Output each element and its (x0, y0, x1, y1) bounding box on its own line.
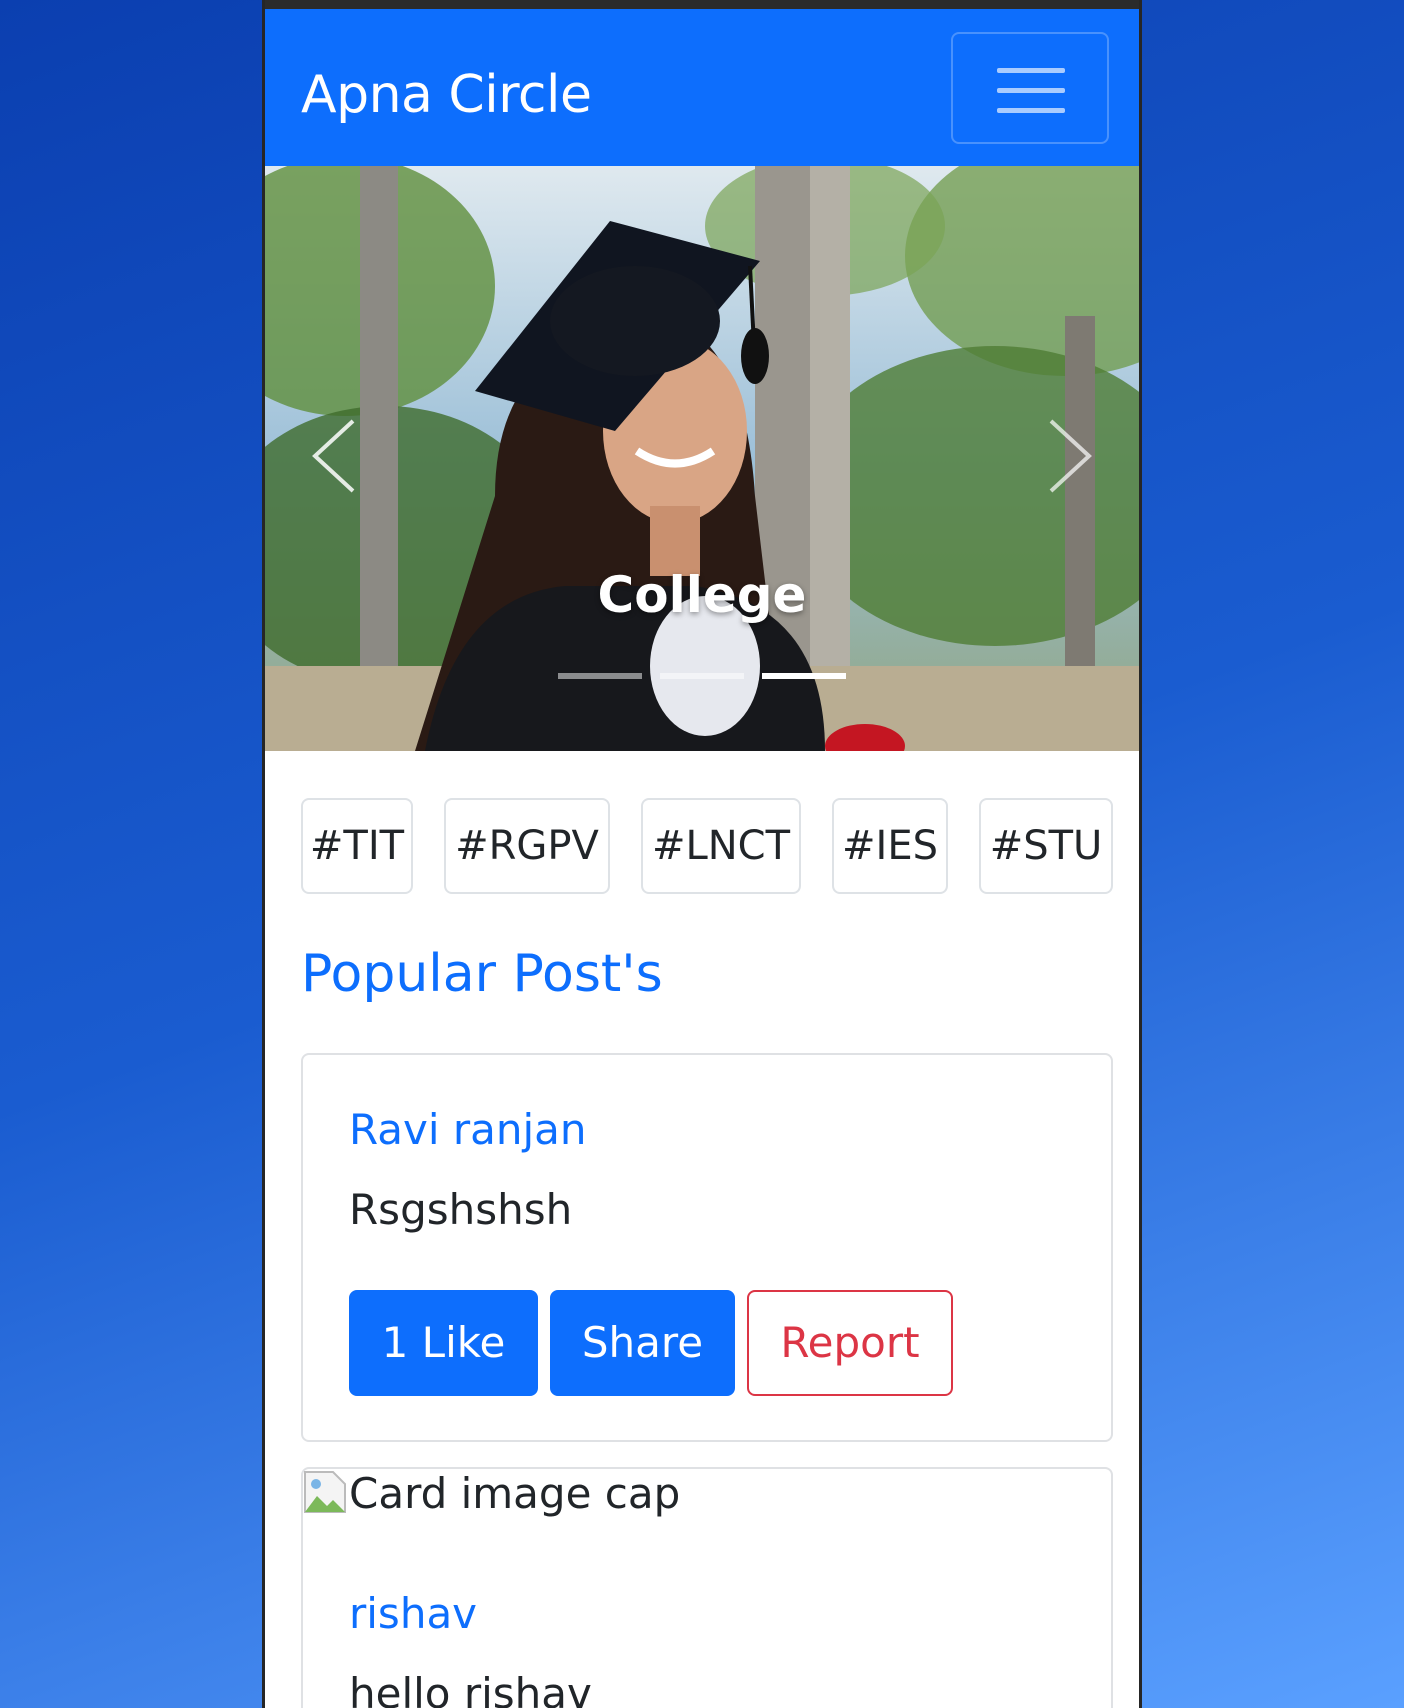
chevron-left-icon[interactable] (303, 416, 363, 496)
card-image: Card image cap (303, 1469, 680, 1518)
post-author[interactable]: rishav (349, 1589, 477, 1638)
carousel-indicators (265, 673, 1139, 679)
hamburger-menu-icon (997, 68, 1065, 73)
tag-button[interactable]: #STU (979, 798, 1113, 894)
section-title: Popular Post's (301, 944, 663, 1004)
tag-button[interactable]: #IES (832, 798, 948, 894)
tag-button[interactable]: #LNCT (641, 798, 801, 894)
broken-image-icon (304, 1471, 346, 1513)
carousel-indicator-2[interactable] (660, 673, 744, 679)
tag-button[interactable]: #TIT (301, 798, 413, 894)
carousel-caption: College (597, 566, 807, 624)
carousel-indicator-3[interactable] (762, 673, 846, 679)
post-card: Ravi ranjan Rsgshshsh 1 Like Share Repor… (301, 1053, 1113, 1442)
tag-list: #TIT #RGPV #LNCT #IES #STU (301, 798, 1113, 894)
hero-carousel[interactable]: College (265, 166, 1139, 751)
menu-toggle-button[interactable] (951, 32, 1109, 144)
post-text: hello rishav (349, 1669, 592, 1708)
carousel-image (265, 166, 1139, 751)
brand-title[interactable]: Apna Circle (301, 65, 592, 125)
post-text: Rsgshshsh (349, 1185, 573, 1234)
card-image-alt-text: Card image cap (349, 1469, 681, 1518)
tag-button[interactable]: #RGPV (444, 798, 610, 894)
post-card: Card image cap rishav hello rishav (301, 1467, 1113, 1708)
navbar: Apna Circle (265, 9, 1139, 166)
carousel-indicator-1[interactable] (558, 673, 642, 679)
share-button[interactable]: Share (550, 1290, 735, 1396)
chevron-right-icon[interactable] (1041, 416, 1101, 496)
report-button[interactable]: Report (747, 1290, 953, 1396)
status-bar (265, 0, 1139, 9)
post-author[interactable]: Ravi ranjan (349, 1105, 587, 1154)
phone-frame: Apna Circle College #TIT #RGPV #LNCT #IE… (262, 0, 1142, 1708)
like-button[interactable]: 1 Like (349, 1290, 538, 1396)
hamburger-menu-icon-line (997, 108, 1065, 113)
hamburger-menu-icon-line (997, 88, 1065, 93)
